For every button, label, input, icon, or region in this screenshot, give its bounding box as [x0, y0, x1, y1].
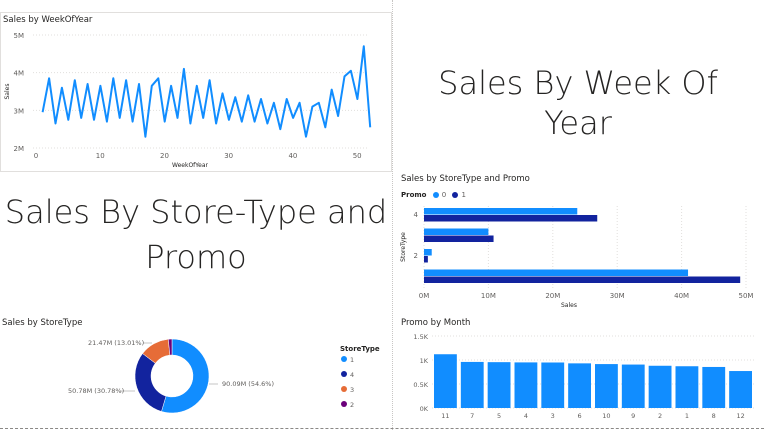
bar [595, 364, 618, 408]
legend-dot [341, 356, 347, 362]
x-tick-label: 1 [685, 412, 689, 420]
x-tick-label: 20M [545, 292, 560, 300]
legend-label: 1 [350, 356, 354, 364]
bar [434, 354, 457, 408]
x-tick-label: 40 [288, 152, 297, 160]
sales-by-storetype-promo-card[interactable]: Sales by StoreType and Promo Promo 0 1 0… [398, 170, 764, 310]
bar [568, 363, 591, 408]
x-tick-label: 0M [419, 292, 430, 300]
week-heading: Sales By Week Of Year [438, 64, 718, 142]
bar [424, 269, 689, 276]
x-tick-label: 0 [34, 152, 38, 160]
bar [424, 249, 432, 256]
y-tick-label: 0K [420, 405, 429, 413]
x-tick-label: 12 [736, 412, 744, 420]
x-tick-label: 11 [441, 412, 449, 420]
y-tick-label: 5M [14, 32, 25, 40]
x-tick-label: 7 [470, 412, 474, 420]
legend-title: StoreType [340, 345, 380, 353]
promo-by-month-card[interactable]: Promo by Month 0K 0.5K 1K 1.5K 11 7 5 4 3 6 10 9 2 1 8… [398, 314, 764, 426]
bar [621, 364, 645, 408]
x-tick-label: 50 [353, 152, 362, 160]
data-label: 50.78M (30.78%) [68, 387, 124, 395]
sales-by-weekofyear-card[interactable]: Sales by WeekOfYear 2M 3M 4M 5M 0 10 20 30 40 50 W… [0, 12, 392, 172]
bar [424, 235, 494, 242]
sales-by-storetype-card[interactable]: Sales by StoreType 90.09M (54.6%) 50.78M … [0, 314, 392, 426]
legend-label: 3 [350, 386, 354, 394]
store-heading-line1: Sales By Store-Type and [4, 193, 388, 231]
y-tick-label: 4M [14, 70, 25, 78]
bar [541, 362, 565, 408]
x-tick-label: 50M [739, 292, 754, 300]
y-tick-label: 1K [420, 357, 429, 365]
x-tick-label: 9 [631, 412, 635, 420]
bar [424, 276, 741, 283]
y-axis-label: Sales [4, 84, 11, 100]
y-tick-label: 3M [14, 107, 25, 115]
x-tick-label: 5 [497, 412, 501, 420]
x-tick-label: 2 [658, 412, 662, 420]
x-tick-label: 8 [712, 412, 716, 420]
bar [514, 362, 538, 408]
legend-dot [341, 386, 347, 392]
data-label: 21.47M (13.01%) [88, 339, 144, 347]
legend-dot [341, 371, 347, 377]
hbar-chart[interactable]: 0M 10M 20M 30M 40M 50M Sales StoreType 4 2 [398, 170, 764, 310]
donut-chart[interactable]: 90.09M (54.6%) 50.78M (30.78%) 21.47M (13.… [0, 314, 392, 426]
y-tick-label: 2 [414, 252, 418, 260]
bar [424, 215, 598, 222]
x-tick-label: 4 [524, 412, 528, 420]
bar [487, 362, 511, 408]
x-tick-label: 20 [160, 152, 169, 160]
y-tick-label: 2M [14, 145, 25, 153]
y-tick-label: 0.5K [413, 381, 428, 389]
legend-label: 2 [350, 401, 354, 409]
x-tick-label: 10 [602, 412, 610, 420]
x-tick-label: 30M [610, 292, 625, 300]
bar [424, 208, 578, 215]
vbar-chart[interactable]: 0K 0.5K 1K 1.5K 11 7 5 4 3 6 10 9 2 1 8 12 [398, 314, 764, 426]
bottom-divider [0, 428, 764, 429]
x-tick-label: 10 [96, 152, 105, 160]
bar [702, 366, 726, 408]
x-tick-label: 6 [578, 412, 582, 420]
series-line [41, 45, 372, 138]
bar [648, 365, 672, 408]
data-label: 90.09M (54.6%) [222, 380, 274, 388]
y-tick-label: 1.5K [413, 333, 428, 341]
x-tick-label: 30 [224, 152, 233, 160]
y-axis-label: StoreType [400, 232, 407, 262]
bar [460, 361, 484, 408]
line-chart[interactable]: 2M 3M 4M 5M 0 10 20 30 40 50 WeekOfYear Sales [1, 13, 393, 173]
bar [675, 366, 699, 408]
y-tick-label: 4 [414, 211, 419, 219]
x-axis-label: Sales [561, 302, 577, 309]
donut-slice [134, 353, 167, 412]
x-tick-label: 40M [674, 292, 689, 300]
bar [424, 256, 428, 263]
x-tick-label: 3 [551, 412, 555, 420]
legend-label: 4 [350, 371, 354, 379]
bar [424, 228, 489, 235]
bar [729, 371, 752, 408]
store-heading-line2: Promo [145, 238, 247, 276]
x-axis-label: WeekOfYear [172, 162, 209, 169]
legend-dot [341, 401, 347, 407]
x-tick-label: 10M [481, 292, 496, 300]
